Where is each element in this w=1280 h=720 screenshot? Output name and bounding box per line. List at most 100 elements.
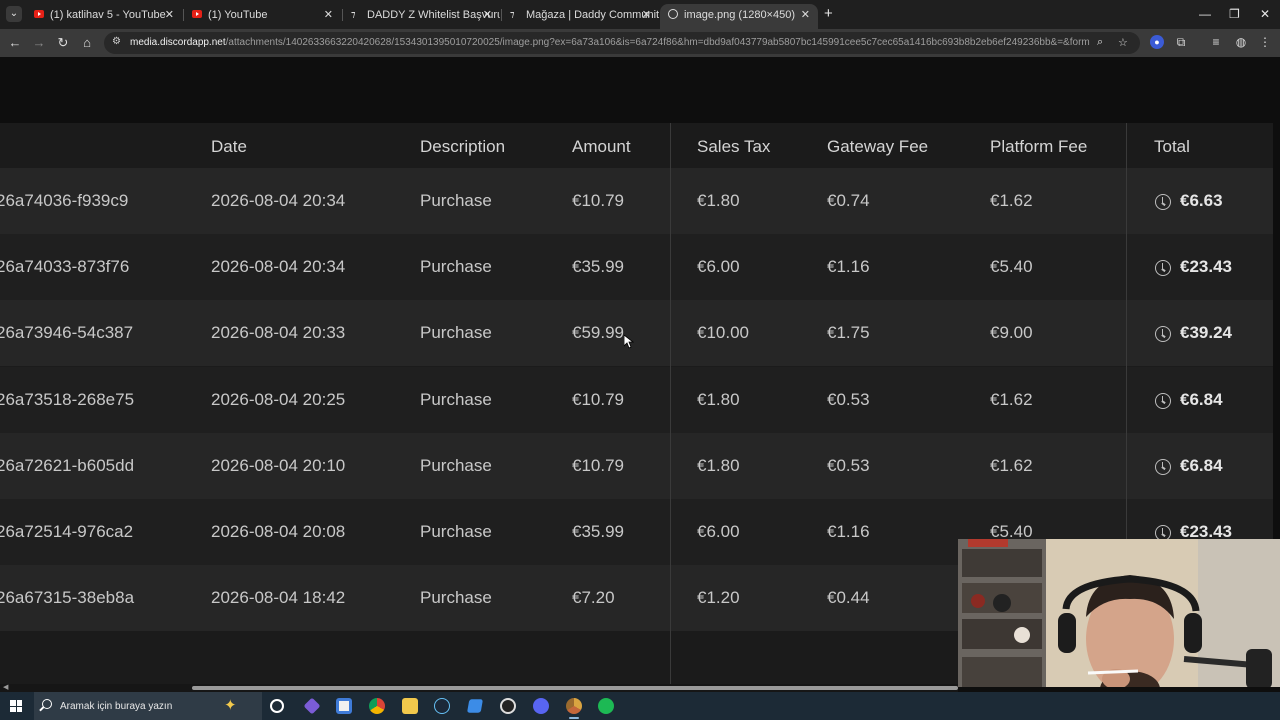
cell-date: 2026-08-04 20:10 <box>211 455 346 475</box>
cell-id: 26a73946-54c387 <box>0 323 134 343</box>
home-button[interactable]: ⌂ <box>78 34 96 52</box>
cell-sales-tax: €10.00 <box>697 323 749 343</box>
tab-title: image.png (1280×450) <box>684 9 795 21</box>
plus-icon: + <box>824 5 833 22</box>
clock-icon <box>1155 458 1171 475</box>
home-icon: ⌂ <box>83 35 91 50</box>
forward-button[interactable]: → <box>30 34 48 52</box>
cell-total: €6.63 <box>1180 191 1223 210</box>
cell-platform-fee: €9.00 <box>990 323 1033 343</box>
url-host: media.discordapp.net <box>130 37 226 48</box>
globe-icon <box>668 9 678 19</box>
cell-gateway-fee: €0.74 <box>827 191 870 210</box>
webcam-overlay <box>958 539 1280 687</box>
cell-sales-tax: €1.80 <box>697 389 740 409</box>
chrome-canary-icon[interactable] <box>566 698 582 719</box>
close-icon[interactable]: ✕ <box>642 8 651 21</box>
cell-gateway-fee: €0.53 <box>827 389 870 409</box>
cell-amount: €7.20 <box>572 588 615 608</box>
back-button[interactable]: ← <box>6 34 24 52</box>
cell-description: Purchase <box>420 588 492 608</box>
extensions-puzzle-icon[interactable]: ⧉ <box>1174 35 1188 49</box>
sparkle-icon: ✦ <box>224 697 237 714</box>
header-date: Date <box>211 137 247 156</box>
obsidian-icon[interactable] <box>303 697 321 715</box>
minimize-button[interactable]: — <box>1199 7 1211 21</box>
cell-description: Purchase <box>420 191 492 210</box>
visual-studio-icon[interactable] <box>467 699 483 713</box>
profile-icon[interactable]: ◍ <box>1234 35 1248 49</box>
url-text[interactable]: media.discordapp.net/attachments/1402633… <box>130 37 1090 48</box>
cell-sales-tax: €1.80 <box>697 191 740 210</box>
tab-youtube-katlihav[interactable]: (1) katlihav 5 - YouTube ✕ <box>26 4 182 29</box>
cell-gateway-fee: €1.75 <box>827 323 870 343</box>
cell-total: €6.84 <box>1180 389 1223 409</box>
close-window-button[interactable]: ✕ <box>1260 7 1270 21</box>
cell-date: 2026-08-04 20:08 <box>211 522 346 541</box>
column-divider <box>670 123 671 687</box>
new-tab-button[interactable]: + <box>824 5 833 22</box>
scrollbar-thumb[interactable] <box>192 686 958 690</box>
cell-platform-fee: €5.40 <box>990 257 1033 277</box>
horizontal-scrollbar[interactable]: ◀ <box>0 684 958 692</box>
cell-gateway-fee: €0.44 <box>827 588 870 608</box>
file-explorer-icon[interactable] <box>402 698 418 714</box>
site-info-icon[interactable]: ⚙ <box>112 36 121 47</box>
cell-total: €23.43 <box>1180 257 1232 277</box>
clock-icon <box>1155 392 1171 409</box>
tab-image-png[interactable]: image.png (1280×450) ✕ <box>660 4 818 29</box>
cell-total: €39.24 <box>1180 323 1232 343</box>
tab-title: (1) YouTube <box>208 9 268 21</box>
zoom-icon[interactable]: ⌕ <box>1097 36 1103 49</box>
address-bar[interactable]: ⚙ media.discordapp.net/attachments/14026… <box>104 32 1140 54</box>
steam-icon[interactable] <box>434 698 450 714</box>
task-view-icon[interactable] <box>270 699 284 713</box>
tab-title: DADDY Z Whitelist Başvurusu | <box>367 9 500 21</box>
table-row: 26a73946-54c387 2026-08-04 20:33 Purchase €… <box>0 300 1273 367</box>
scroll-left-icon[interactable]: ◀ <box>3 684 8 692</box>
reload-button[interactable]: ↻ <box>54 34 72 52</box>
restore-button[interactable]: ❐ <box>1229 7 1240 21</box>
windows-start-icon[interactable] <box>10 700 22 712</box>
cell-id: 26a67315-38eb8a <box>0 588 135 608</box>
menu-kebab-icon[interactable]: ⋮ <box>1258 35 1272 49</box>
cell-date: 2026-08-04 20:34 <box>211 257 346 277</box>
close-icon[interactable]: ✕ <box>801 8 810 21</box>
cell-amount: €35.99 <box>572 257 624 277</box>
cell-id: 26a74036-f939c9 <box>0 191 129 210</box>
spotify-icon[interactable] <box>598 698 614 714</box>
arrow-left-icon: ← <box>8 35 22 50</box>
cell-platform-fee: €1.62 <box>990 455 1033 475</box>
windows-taskbar: Aramak için buraya yazın ✦ <box>0 692 1280 720</box>
bookmark-star-icon[interactable]: ☆ <box>1118 36 1128 49</box>
cell-description: Purchase <box>420 323 492 343</box>
obs-icon[interactable] <box>500 698 516 714</box>
tab-daddy-store[interactable]: ⁊ Mağaza | Daddy Community ✕ <box>502 4 659 29</box>
cell-amount: €10.79 <box>572 389 624 409</box>
chrome-icon[interactable] <box>369 698 385 714</box>
close-icon[interactable]: ✕ <box>165 8 174 21</box>
extension-icon[interactable]: ● <box>1150 35 1164 49</box>
tab-search-button[interactable]: ⌄ <box>6 6 22 22</box>
close-icon[interactable]: ✕ <box>324 8 333 21</box>
cell-total: €6.84 <box>1180 455 1223 475</box>
close-icon[interactable]: ✕ <box>483 8 492 21</box>
discord-icon[interactable] <box>533 698 549 714</box>
cell-date: 2026-08-04 20:33 <box>211 323 346 343</box>
cell-description: Purchase <box>420 257 492 277</box>
tab-daddy-whitelist[interactable]: ⁊ DADDY Z Whitelist Başvurusu | ✕ <box>343 4 500 29</box>
reload-icon: ↻ <box>57 35 69 50</box>
cell-date: 2026-08-04 18:42 <box>211 588 346 608</box>
store-icon[interactable] <box>336 698 352 714</box>
tab-youtube[interactable]: (1) YouTube ✕ <box>184 4 341 29</box>
cell-amount: €59.99 <box>572 323 624 343</box>
cell-sales-tax: €1.20 <box>697 588 740 608</box>
cell-sales-tax: €6.00 <box>697 522 740 541</box>
search-placeholder: Aramak için buraya yazın <box>60 701 173 712</box>
header-total: Total <box>1154 137 1190 156</box>
cell-description: Purchase <box>420 455 492 475</box>
taskbar-search[interactable]: Aramak için buraya yazın ✦ <box>34 692 262 720</box>
reading-list-icon[interactable]: ≡ <box>1209 35 1223 49</box>
cell-gateway-fee: €1.16 <box>827 257 870 277</box>
url-path: /attachments/1402633663220420628/1534301… <box>225 37 1090 48</box>
